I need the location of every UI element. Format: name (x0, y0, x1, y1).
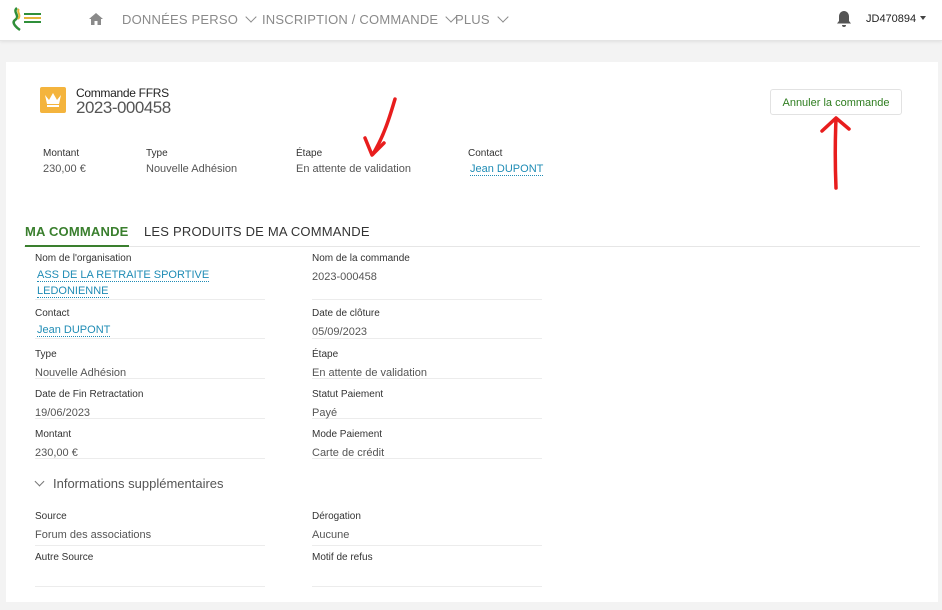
field-label: Montant (43, 148, 80, 159)
annotation-arrow-up (820, 116, 851, 190)
field-value: 230,00 € (43, 163, 86, 175)
header-field-contact: Contact Jean DUPONT (468, 148, 544, 176)
field-value: Carte de crédit (312, 447, 385, 459)
top-navigation-bar: DONNÉES PERSO INSCRIPTION / COMMANDE PLU… (0, 0, 942, 41)
field-label: Type (146, 148, 168, 159)
field-label: Étape (312, 349, 339, 360)
nav-item-inscription-commande[interactable]: INSCRIPTION / COMMANDE (262, 11, 457, 27)
field-value: Jean DUPONT (35, 322, 265, 338)
field-nom-commande: Nom de la commande 2023-000458 (312, 253, 542, 300)
header-field-montant: Montant 230,00 € (43, 148, 86, 175)
field-value: 19/06/2023 (35, 407, 91, 419)
tab-ma-commande[interactable]: MA COMMANDE (25, 224, 129, 247)
field-derogation: Dérogation Aucune (312, 511, 542, 546)
field-value: Nouvelle Adhésion (35, 367, 127, 379)
section-informations-supplementaires[interactable]: Informations supplémentaires (34, 476, 224, 491)
field-label: Autre Source (35, 552, 94, 563)
field-label: Date de clôture (312, 308, 380, 319)
contact-link[interactable]: Jean DUPONT (37, 324, 111, 337)
header-field-type: Type Nouvelle Adhésion (146, 148, 237, 175)
tab-produits-commande[interactable]: LES PRODUITS DE MA COMMANDE (144, 224, 370, 239)
organisation-link[interactable]: ASS DE LA RETRAITE SPORTIVE LEDONIENNE (37, 269, 210, 298)
field-date-fin-retractation: Date de Fin Retractation 19/06/2023 (35, 389, 265, 419)
field-label: Type (35, 349, 57, 360)
field-label: Nom de l'organisation (35, 253, 132, 264)
nav-label: DONNÉES PERSO (122, 12, 239, 27)
caret-down-icon (920, 16, 927, 20)
home-icon[interactable] (88, 11, 104, 27)
field-label: Contact (35, 308, 70, 319)
nav-label: PLUS (455, 12, 490, 27)
nav-label: INSCRIPTION / COMMANDE (262, 12, 439, 27)
record-card: Commande FFRS 2023-000458 Annuler la com… (6, 62, 938, 602)
section-title: Informations supplémentaires (53, 476, 224, 491)
field-value: Payé (312, 407, 338, 419)
nav-item-donnees-perso[interactable]: DONNÉES PERSO (122, 11, 257, 27)
field-label: Nom de la commande (312, 253, 410, 264)
tab-bar: MA COMMANDE LES PRODUITS DE MA COMMANDE (24, 220, 920, 247)
user-menu[interactable]: JD470894 (866, 13, 927, 25)
field-label: Motif de refus (312, 552, 373, 563)
field-date-cloture: Date de clôture 05/09/2023 (312, 308, 542, 339)
field-source: Source Forum des associations (35, 511, 265, 546)
field-value: 05/09/2023 (312, 326, 368, 338)
field-etape: Étape En attente de validation (312, 349, 542, 379)
cancel-order-button[interactable]: Annuler la commande (770, 89, 902, 115)
field-autre-source: Autre Source (35, 552, 265, 587)
field-mode-paiement: Mode Paiement Carte de crédit (312, 429, 542, 459)
field-value: 2023-000458 (312, 271, 377, 283)
field-value: Nouvelle Adhésion (146, 163, 238, 175)
field-label: Dérogation (312, 511, 361, 522)
field-montant: Montant 230,00 € (35, 429, 265, 459)
field-value: Aucune (312, 529, 350, 541)
chevron-down-icon (245, 11, 257, 23)
chevron-down-icon (497, 11, 509, 23)
field-label: Mode Paiement (312, 429, 383, 440)
nav-item-plus[interactable]: PLUS (455, 11, 509, 27)
chevron-down-icon (34, 476, 45, 487)
field-label: Source (35, 511, 67, 522)
field-value: 230,00 € (35, 447, 78, 459)
crown-icon (40, 87, 66, 113)
field-label: Montant (35, 429, 72, 440)
field-label: Statut Paiement (312, 389, 384, 400)
field-label: Contact (468, 148, 503, 159)
field-value: En attente de validation (296, 163, 411, 175)
ffrs-logo[interactable] (11, 6, 43, 32)
field-nom-organisation: Nom de l'organisation ASS DE LA RETRAITE… (35, 253, 265, 300)
username: JD470894 (866, 13, 917, 25)
field-label: Date de Fin Retractation (35, 389, 144, 400)
field-motif-refus: Motif de refus (312, 552, 542, 587)
order-number-title: 2023-000458 (76, 98, 171, 117)
field-value: Forum des associations (35, 529, 152, 541)
field-type: Type Nouvelle Adhésion (35, 349, 265, 379)
field-statut-paiement: Statut Paiement Payé (312, 389, 542, 419)
field-value: ASS DE LA RETRAITE SPORTIVE LEDONIENNE (35, 267, 227, 299)
bell-icon[interactable] (836, 10, 852, 28)
field-value: Jean DUPONT (470, 163, 544, 176)
contact-link[interactable]: Jean DUPONT (470, 163, 544, 176)
field-value: En attente de validation (312, 367, 427, 379)
field-contact: Contact Jean DUPONT (35, 308, 265, 339)
annotation-arrow-down (363, 97, 397, 157)
